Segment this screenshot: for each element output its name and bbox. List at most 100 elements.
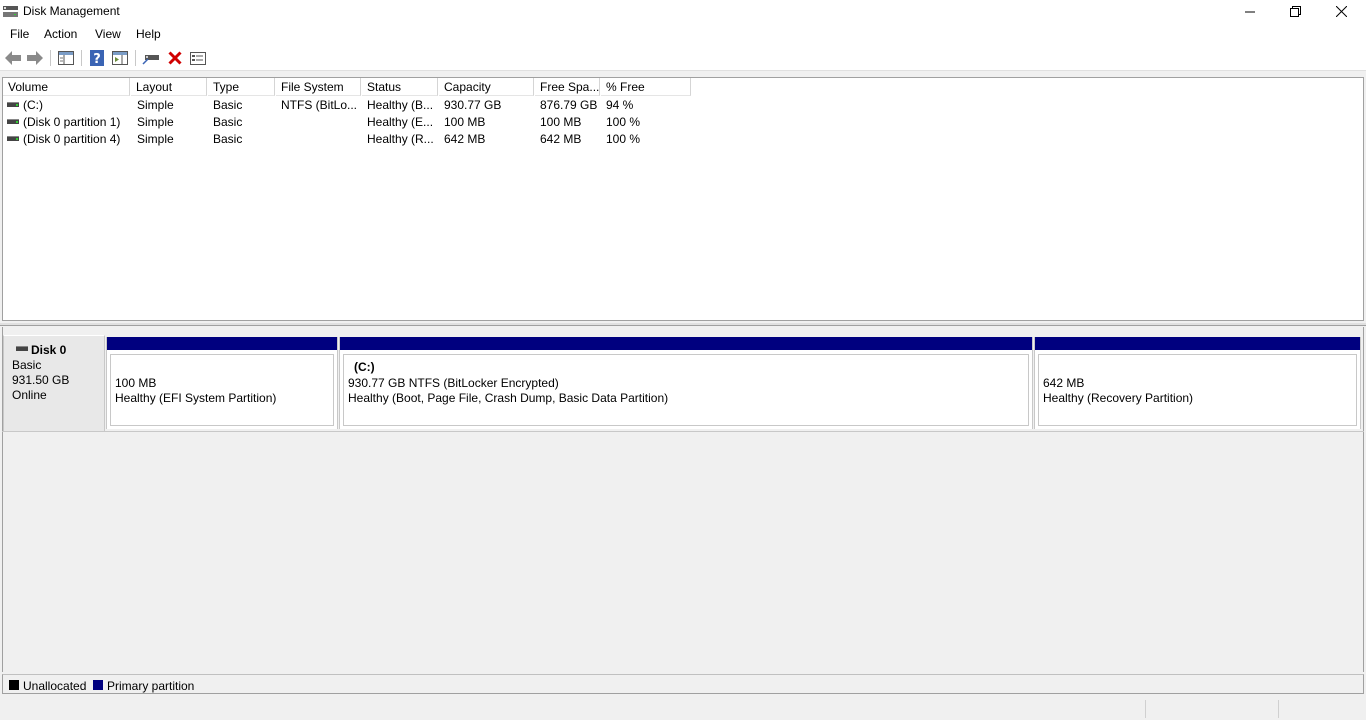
minimize-button[interactable] [1227, 0, 1273, 23]
cell-volume: (Disk 0 partition 1) [23, 115, 121, 129]
primary-partition-swatch [93, 680, 103, 690]
help-icon: ? [90, 50, 104, 66]
cell-percent-free: 100 % [606, 132, 641, 146]
cell-capacity: 930.77 GB [444, 98, 502, 112]
close-button[interactable] [1318, 0, 1364, 23]
delete-button[interactable] [166, 49, 184, 67]
status-separator [1278, 700, 1279, 718]
window-title: Disk Management [23, 4, 120, 18]
disk-management-icon [3, 6, 18, 17]
toolbar-separator [50, 50, 51, 66]
legend-primary-partition: Primary partition [107, 679, 195, 693]
back-arrow-icon [5, 51, 21, 65]
primary-partition-bar [107, 337, 337, 351]
disk-row-divider [2, 431, 1364, 432]
partition-status: Healthy (Recovery Partition) [1043, 391, 1194, 405]
delete-icon [168, 51, 182, 65]
settings-list-icon [190, 51, 206, 65]
partition-details: (C:) 930.77 GB NTFS (BitLocker Encrypted… [343, 354, 1029, 426]
back-button[interactable] [4, 49, 22, 67]
partition-label: (C:) [354, 360, 375, 374]
title-bar: Disk Management [0, 0, 1366, 23]
toolbar-separator [135, 50, 136, 66]
cell-layout: Simple [137, 115, 174, 129]
volume-icon [7, 119, 19, 124]
menu-bar: File Action View Help [0, 23, 1366, 45]
legend-unallocated: Unallocated [23, 679, 87, 693]
menu-action[interactable]: Action [44, 27, 77, 41]
cell-percent-free: 94 % [606, 98, 634, 112]
properties-panel-icon [112, 51, 128, 65]
cell-free-space: 642 MB [540, 132, 582, 146]
show-hide-console-tree-icon [58, 51, 74, 65]
minimize-icon [1245, 11, 1255, 12]
cell-type: Basic [213, 98, 243, 112]
column-header-type[interactable]: Type [208, 78, 275, 96]
pane-splitter[interactable] [0, 323, 1366, 326]
svg-text:?: ? [93, 52, 101, 66]
settings-list-button[interactable] [189, 49, 207, 67]
column-header-free-space[interactable]: Free Spa... [535, 78, 600, 96]
restore-button[interactable] [1272, 0, 1318, 23]
cell-file-system: NTFS (BitLo... [281, 98, 358, 112]
disk-info-panel[interactable]: Disk 0 Basic 931.50 GB Online [3, 335, 105, 432]
help-button[interactable]: ? [88, 49, 106, 67]
disk-state: Online [12, 388, 47, 402]
primary-partition-bar [340, 337, 1032, 351]
close-icon [1335, 6, 1347, 17]
cell-volume: (Disk 0 partition 4) [23, 132, 121, 146]
disk-icon [16, 346, 28, 351]
table-row[interactable]: (Disk 0 partition 4) Simple Basic Health… [3, 131, 703, 148]
partition-status: Healthy (Boot, Page File, Crash Dump, Ba… [348, 391, 669, 405]
table-row[interactable]: (Disk 0 partition 1) Simple Basic Health… [3, 114, 703, 131]
disk-name: Disk 0 [31, 343, 67, 357]
column-header-file-system[interactable]: File System [276, 78, 361, 96]
primary-partition-bar [1035, 337, 1360, 351]
cell-type: Basic [213, 115, 243, 129]
properties-panel-button[interactable] [111, 49, 129, 67]
partition-details: 642 MB Healthy (Recovery Partition) [1038, 354, 1357, 426]
column-header-percent-free[interactable]: % Free [601, 78, 691, 96]
cell-status: Healthy (B... [367, 98, 434, 112]
connect-disk-button[interactable] [142, 49, 160, 67]
toolbar: ? [0, 45, 1366, 71]
table-row[interactable]: (C:) Simple Basic NTFS (BitLo... Healthy… [3, 97, 703, 114]
column-header-capacity[interactable]: Capacity [439, 78, 534, 96]
partition-status: Healthy (EFI System Partition) [115, 391, 277, 405]
cell-capacity: 642 MB [444, 132, 486, 146]
menu-file[interactable]: File [10, 27, 29, 41]
partition-size: 930.77 GB NTFS (BitLocker Encrypted) [348, 376, 559, 390]
cell-status: Healthy (R... [367, 132, 434, 146]
forward-button[interactable] [26, 49, 44, 67]
cell-volume: (C:) [23, 98, 43, 112]
cell-layout: Simple [137, 132, 174, 146]
cell-capacity: 100 MB [444, 115, 486, 129]
column-header-status[interactable]: Status [362, 78, 438, 96]
cell-percent-free: 100 % [606, 115, 641, 129]
volume-icon [7, 136, 19, 141]
partition-efi[interactable]: 100 MB Healthy (EFI System Partition) [106, 337, 338, 429]
partition-details: 100 MB Healthy (EFI System Partition) [110, 354, 334, 426]
restore-icon [1289, 6, 1301, 17]
menu-view[interactable]: View [95, 27, 121, 41]
volume-list[interactable]: Volume Layout Type File System Status Ca… [2, 77, 1364, 321]
column-header-layout[interactable]: Layout [131, 78, 207, 96]
partition-size: 100 MB [115, 376, 157, 390]
status-separator [1145, 700, 1146, 718]
show-hide-console-tree-button[interactable] [57, 49, 75, 67]
menu-help[interactable]: Help [136, 27, 161, 41]
disk-size: 931.50 GB [12, 373, 70, 387]
partition-recovery[interactable]: 642 MB Healthy (Recovery Partition) [1034, 337, 1361, 429]
volume-icon [7, 102, 19, 107]
status-bar [0, 696, 1366, 720]
column-header-volume[interactable]: Volume [3, 78, 130, 96]
legend: Unallocated Primary partition [2, 674, 1364, 694]
cell-free-space: 100 MB [540, 115, 582, 129]
partition-size: 642 MB [1043, 376, 1085, 390]
cell-type: Basic [213, 132, 243, 146]
cell-free-space: 876.79 GB [540, 98, 598, 112]
connect-disk-icon [142, 55, 159, 65]
disk-type: Basic [12, 358, 42, 372]
cell-layout: Simple [137, 98, 174, 112]
partition-c[interactable]: (C:) 930.77 GB NTFS (BitLocker Encrypted… [339, 337, 1033, 429]
